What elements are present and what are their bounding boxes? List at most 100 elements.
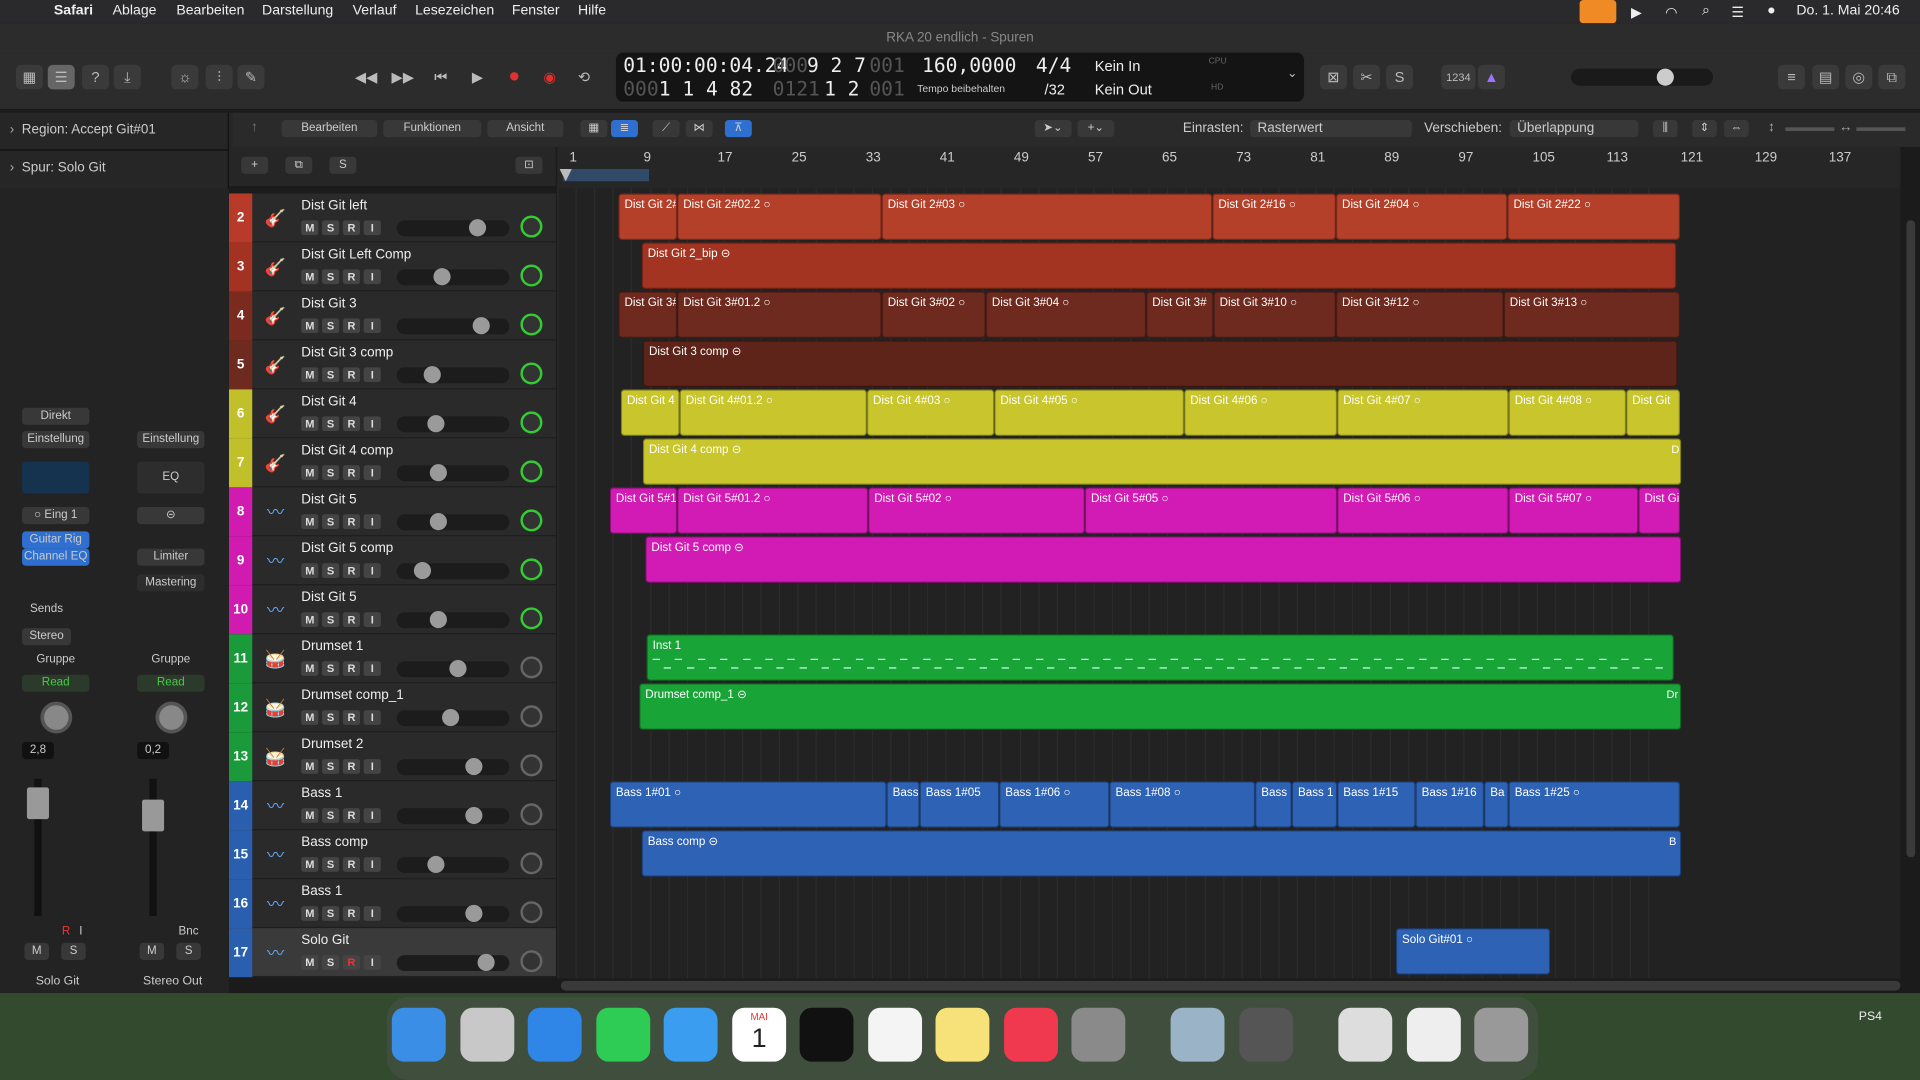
- record-enable-icon[interactable]: R: [60, 923, 73, 941]
- pan-knob-left[interactable]: [40, 701, 73, 734]
- wrench-icon[interactable]: ✂: [1353, 64, 1381, 90]
- setting-button-left[interactable]: Einstellung: [22, 431, 90, 449]
- region[interactable]: Dist Git 4#08 ○: [1508, 389, 1627, 436]
- volume-slider[interactable]: [396, 855, 510, 874]
- solo-button[interactable]: S: [322, 563, 340, 578]
- solo-right[interactable]: S: [176, 942, 201, 961]
- grid-view-icon[interactable]: ▦: [580, 120, 608, 138]
- add-track-icon[interactable]: +: [241, 156, 269, 174]
- mute-button[interactable]: M: [301, 906, 319, 921]
- menu-bearbeiten[interactable]: Bearbeiten: [176, 4, 244, 19]
- catch-icon[interactable]: ⊼: [724, 120, 752, 138]
- input-monitor-button[interactable]: I: [363, 514, 381, 529]
- volume-slider[interactable]: [396, 268, 510, 286]
- region[interactable]: Dist Git 3#: [618, 291, 678, 338]
- pan-knob[interactable]: [520, 509, 543, 532]
- safari-icon[interactable]: [527, 1007, 582, 1062]
- link-icon[interactable]: ⊝: [137, 506, 205, 525]
- mute-button[interactable]: M: [301, 955, 319, 970]
- direkt-button[interactable]: Direkt: [22, 407, 90, 425]
- pan-knob[interactable]: [520, 852, 543, 875]
- region[interactable]: Dist Git: [1626, 389, 1681, 436]
- region[interactable]: Dist Git 5#07 ○: [1508, 487, 1639, 534]
- input-monitor-button[interactable]: I: [363, 955, 381, 970]
- region[interactable]: Solo Git#01 ○: [1395, 928, 1551, 975]
- reminders-icon[interactable]: [868, 1007, 923, 1062]
- solo-button[interactable]: S: [322, 220, 340, 236]
- screenshot-icon[interactable]: [1406, 1007, 1461, 1062]
- region[interactable]: Bass 1#06 ○: [999, 781, 1110, 828]
- document-icon[interactable]: [1338, 1007, 1393, 1062]
- tuner-icon[interactable]: ⊠: [1320, 64, 1347, 90]
- track-name[interactable]: Dist Git left: [301, 198, 367, 213]
- input-monitor-button[interactable]: I: [363, 808, 381, 823]
- notes-app-icon[interactable]: [935, 1007, 990, 1062]
- calendar-icon[interactable]: MAI 1: [732, 1007, 787, 1062]
- region[interactable]: Inst 1: [646, 634, 1674, 681]
- volume-slider[interactable]: [396, 464, 510, 482]
- input-monitor-button[interactable]: I: [363, 563, 381, 578]
- volume-slider[interactable]: [396, 366, 510, 384]
- track-name[interactable]: Dist Git 5 comp: [301, 541, 393, 556]
- solo-button[interactable]: S: [322, 318, 340, 334]
- region[interactable]: Bass 1: [1291, 781, 1338, 828]
- region[interactable]: Dist Git 5#06 ○: [1337, 487, 1509, 534]
- master-volume-slider[interactable]: [1571, 68, 1714, 86]
- track-row[interactable]: 8 〰 Dist Git 5 MSRI: [228, 487, 556, 537]
- vertical-zoom-slider[interactable]: [1785, 127, 1835, 132]
- move-select[interactable]: Überlappung: [1509, 120, 1639, 138]
- record-enable-button[interactable]: R: [342, 465, 361, 481]
- volume-slider[interactable]: [396, 757, 510, 776]
- vertical-scrollbar[interactable]: [1906, 220, 1916, 858]
- rewind-icon[interactable]: ◀◀: [353, 65, 380, 89]
- region[interactable]: Dist Git 2#04 ○: [1335, 193, 1508, 241]
- track-name[interactable]: Dist Git 3 comp: [301, 345, 393, 360]
- preview-icon[interactable]: [1170, 1007, 1225, 1062]
- capture-record-icon[interactable]: ◉: [536, 65, 563, 89]
- pan-knob[interactable]: [520, 411, 543, 434]
- solo-left[interactable]: S: [61, 942, 86, 961]
- input-monitor-button[interactable]: I: [363, 857, 381, 872]
- secondary-tool-icon[interactable]: +⌄: [1077, 120, 1115, 138]
- track-row[interactable]: 14 〰 Bass 1 MSRI: [228, 781, 556, 831]
- region[interactable]: Dist Git 2#16 ○: [1212, 193, 1336, 241]
- solo-button[interactable]: S: [322, 808, 340, 823]
- menu-lesezeichen[interactable]: Lesezeichen: [415, 4, 494, 19]
- track-name[interactable]: Bass 1: [301, 786, 342, 801]
- volume-knob[interactable]: [423, 366, 441, 384]
- lcd-display[interactable]: 01:00:00:04.24 000 9 2 7 001 000 1 1 4 8…: [615, 52, 1305, 102]
- track-row[interactable]: 9 〰 Dist Git 5 comp M S R I: [228, 536, 556, 586]
- volume-slider[interactable]: [396, 513, 510, 531]
- mute-button[interactable]: M: [301, 710, 319, 725]
- fader-cap-left[interactable]: [26, 787, 49, 820]
- volume-slider[interactable]: [396, 806, 510, 825]
- volume-slider[interactable]: [396, 708, 510, 727]
- mixer-icon[interactable]: ⫶: [205, 64, 233, 90]
- mute-button[interactable]: M: [301, 612, 319, 627]
- input-monitor-button[interactable]: I: [363, 269, 381, 285]
- bounce-button[interactable]: Bnc: [175, 923, 202, 940]
- volume-knob[interactable]: [427, 855, 445, 874]
- volume-value-right[interactable]: 0,2: [137, 742, 169, 760]
- region[interactable]: Dist Git 3#02 ○: [881, 291, 986, 338]
- menu-clock[interactable]: Do. 1. Mai 20:46: [1796, 4, 1899, 19]
- library-icon[interactable]: ▦: [15, 64, 43, 90]
- music-icon[interactable]: [1004, 1007, 1058, 1062]
- input-monitor-button[interactable]: I: [363, 367, 381, 383]
- region[interactable]: Dist Git 3 comp ⊝: [642, 340, 1678, 387]
- output-stereo[interactable]: Stereo: [22, 628, 72, 646]
- region[interactable]: Dist Git 2_bip ⊝: [641, 242, 1677, 289]
- record-enable-button[interactable]: R: [342, 220, 361, 236]
- region[interactable]: Dist Git 2#03 ○: [881, 193, 1213, 241]
- pan-knob[interactable]: [520, 362, 543, 385]
- track-row[interactable]: 13 🥁 Drumset 2 MSRI: [228, 732, 556, 782]
- region[interactable]: Dist Git 2#: [618, 193, 678, 241]
- wifi-icon[interactable]: ◠: [1665, 4, 1677, 21]
- region[interactable]: Bass 1#16: [1415, 781, 1485, 828]
- horizontal-fit-icon[interactable]: ⇔: [1724, 120, 1749, 138]
- group-right[interactable]: Gruppe: [137, 651, 204, 668]
- record-enable-button[interactable]: R: [342, 612, 361, 627]
- solo-button[interactable]: S: [322, 661, 340, 676]
- track-name[interactable]: Drumset comp_1: [301, 688, 404, 703]
- record-enable-button[interactable]: R: [342, 955, 361, 970]
